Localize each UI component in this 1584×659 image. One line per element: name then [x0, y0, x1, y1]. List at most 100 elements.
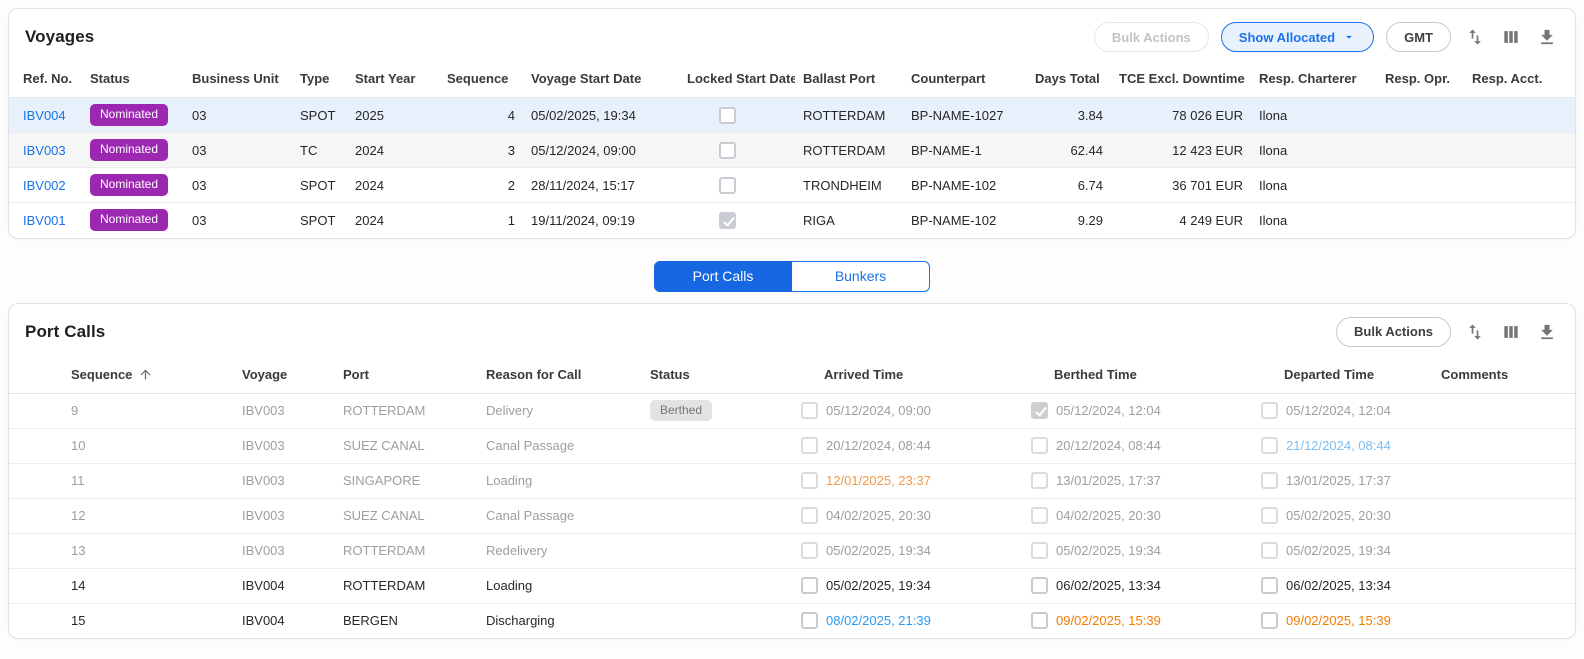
berthed-time-checkbox[interactable]: [1031, 542, 1048, 559]
column-header-resp-charterer[interactable]: Resp. Charterer: [1251, 61, 1377, 98]
download-button[interactable]: [1535, 25, 1559, 49]
reason-for-call-cell: Redelivery: [478, 533, 642, 568]
column-header-berthed-time[interactable]: Berthed Time: [1023, 356, 1253, 394]
berthed-time-checkbox[interactable]: [1031, 437, 1048, 454]
column-header-locked-start-date[interactable]: Locked Start Date: [679, 61, 795, 98]
voyage-ref-link[interactable]: IBV004: [23, 108, 66, 123]
port-call-row[interactable]: 14IBV004ROTTERDAMLoading05/02/2025, 19:3…: [9, 568, 1575, 603]
berthed-time-checkbox[interactable]: [1031, 577, 1048, 594]
departed-time-checkbox[interactable]: [1261, 542, 1278, 559]
departed-time-checkbox[interactable]: [1261, 612, 1278, 629]
status-cell: [642, 568, 793, 603]
port-call-row[interactable]: 12IBV003SUEZ CANALCanal Passage04/02/202…: [9, 498, 1575, 533]
voyage-row[interactable]: IBV004Nominated03SPOT2025405/02/2025, 19…: [9, 98, 1575, 133]
arrived-time-checkbox[interactable]: [801, 402, 818, 419]
column-header-tce-excl-downtime[interactable]: TCE Excl. Downtime: [1111, 61, 1251, 98]
arrived-time-checkbox[interactable]: [801, 612, 818, 629]
column-header-type[interactable]: Type: [292, 61, 347, 98]
status-cell: [642, 533, 793, 568]
column-header-days-total[interactable]: Days Total: [1027, 61, 1111, 98]
column-header-resp-acct[interactable]: Resp. Acct.: [1464, 61, 1575, 98]
voyage-ref-link[interactable]: IBV001: [23, 213, 66, 228]
arrived-time-checkbox[interactable]: [801, 437, 818, 454]
port-call-row[interactable]: 13IBV003ROTTERDAMRedelivery05/02/2025, 1…: [9, 533, 1575, 568]
tab-bunkers[interactable]: Bunkers: [792, 261, 930, 292]
comments-cell: [1433, 568, 1575, 603]
sequence-cell: 14: [9, 568, 234, 603]
arrived-time-checkbox[interactable]: [801, 507, 818, 524]
departed-time-checkbox[interactable]: [1261, 402, 1278, 419]
bulk-actions-button[interactable]: Bulk Actions: [1094, 22, 1209, 52]
column-header-port[interactable]: Port: [335, 356, 478, 394]
view-columns-icon: [1501, 322, 1521, 342]
departed-time-checkbox[interactable]: [1261, 472, 1278, 489]
tab-port-calls[interactable]: Port Calls: [654, 261, 792, 292]
column-header-status[interactable]: Status: [82, 61, 184, 98]
ballast-port-cell: ROTTERDAM: [795, 98, 903, 133]
arrived-time-checkbox[interactable]: [801, 577, 818, 594]
locked-start-date-checkbox[interactable]: [719, 177, 736, 194]
column-header-departed-time[interactable]: Departed Time: [1253, 356, 1433, 394]
berthed-time-checkbox[interactable]: [1031, 507, 1048, 524]
departed-time-checkbox[interactable]: [1261, 437, 1278, 454]
berthed-time-cell: 20/12/2024, 08:44: [1023, 428, 1253, 463]
column-header-arrived-time[interactable]: Arrived Time: [793, 356, 1023, 394]
sort-rows-button[interactable]: [1463, 320, 1487, 344]
sort-rows-button[interactable]: [1463, 25, 1487, 49]
locked-start-date-checkbox[interactable]: [719, 107, 736, 124]
berthed-time-cell: 05/02/2025, 19:34: [1023, 533, 1253, 568]
show-allocated-button[interactable]: Show Allocated: [1221, 22, 1374, 52]
departed-time-checkbox[interactable]: [1261, 507, 1278, 524]
bulk-actions-button[interactable]: Bulk Actions: [1336, 317, 1451, 347]
gmt-button[interactable]: GMT: [1386, 22, 1451, 52]
resp-charterer-cell: Ilona: [1251, 203, 1377, 238]
departed-time-text: 05/12/2024, 12:04: [1286, 403, 1391, 418]
voyage-row[interactable]: IBV003Nominated03TC2024305/12/2024, 09:0…: [9, 133, 1575, 168]
column-header-comments[interactable]: Comments: [1433, 356, 1575, 394]
arrived-time-checkbox[interactable]: [801, 542, 818, 559]
voyage-ref-cell: IBV001: [9, 203, 82, 238]
locked-start-date-checkbox[interactable]: [719, 142, 736, 159]
resp-opr-cell: [1377, 98, 1464, 133]
port-call-row[interactable]: 15IBV004BERGENDischarging08/02/2025, 21:…: [9, 603, 1575, 638]
column-header-sequence[interactable]: Sequence: [9, 356, 234, 394]
days-total-cell: 62.44: [1027, 133, 1111, 168]
column-header-ref-no[interactable]: Ref. No.: [9, 61, 82, 98]
voyage-cell: IBV004: [234, 603, 335, 638]
voyage-row[interactable]: IBV001Nominated03SPOT2024119/11/2024, 09…: [9, 203, 1575, 238]
column-header-reason-for-call[interactable]: Reason for Call: [478, 356, 642, 394]
port-calls-title: Port Calls: [25, 322, 105, 342]
port-call-row[interactable]: 9IBV003ROTTERDAMDeliveryBerthed05/12/202…: [9, 393, 1575, 428]
voyage-row[interactable]: IBV002Nominated03SPOT2024228/11/2024, 15…: [9, 168, 1575, 203]
column-header-counterpart[interactable]: Counterpart: [903, 61, 1027, 98]
voyage-cell: IBV003: [234, 463, 335, 498]
port-call-row[interactable]: 11IBV003SINGAPORELoading12/01/2025, 23:3…: [9, 463, 1575, 498]
column-header-resp-opr[interactable]: Resp. Opr.: [1377, 61, 1464, 98]
days-total-cell: 6.74: [1027, 168, 1111, 203]
berthed-time-checkbox[interactable]: [1031, 612, 1048, 629]
voyage-ref-cell: IBV004: [9, 98, 82, 133]
arrived-time-checkbox[interactable]: [801, 472, 818, 489]
voyage-ref-link[interactable]: IBV002: [23, 178, 66, 193]
column-header-voyage[interactable]: Voyage: [234, 356, 335, 394]
column-header-start-year[interactable]: Start Year: [347, 61, 439, 98]
column-header-status[interactable]: Status: [642, 356, 793, 394]
port-call-row[interactable]: 10IBV003SUEZ CANALCanal Passage20/12/202…: [9, 428, 1575, 463]
column-header-ballast-port[interactable]: Ballast Port: [795, 61, 903, 98]
voyage-ref-link[interactable]: IBV003: [23, 143, 66, 158]
berthed-time-checkbox[interactable]: [1031, 402, 1048, 419]
download-button[interactable]: [1535, 320, 1559, 344]
berthed-time-checkbox[interactable]: [1031, 472, 1048, 489]
column-header-sequence[interactable]: Sequence: [439, 61, 523, 98]
columns-button[interactable]: [1499, 25, 1523, 49]
departed-time-checkbox[interactable]: [1261, 577, 1278, 594]
departed-time-text: 06/02/2025, 13:34: [1286, 578, 1391, 593]
column-header-business-unit[interactable]: Business Unit: [184, 61, 292, 98]
import-export-icon: [1465, 322, 1485, 342]
type-cell: SPOT: [292, 98, 347, 133]
column-header-voyage-start-date[interactable]: Voyage Start Date: [523, 61, 679, 98]
locked-start-date-checkbox[interactable]: [719, 212, 736, 229]
voyage-cell: IBV003: [234, 428, 335, 463]
columns-button[interactable]: [1499, 320, 1523, 344]
type-cell: SPOT: [292, 168, 347, 203]
